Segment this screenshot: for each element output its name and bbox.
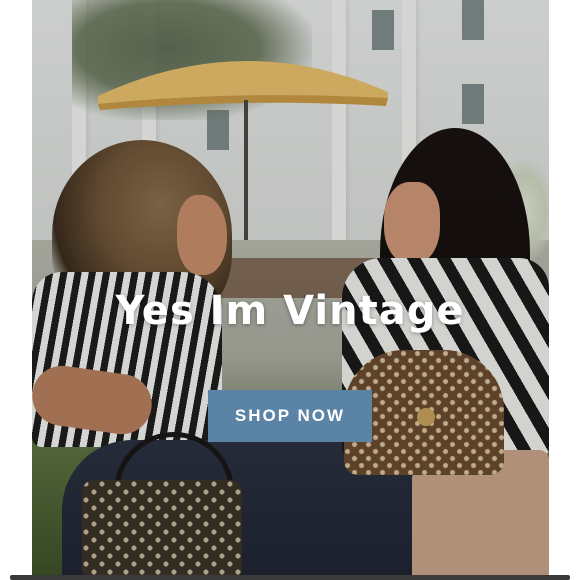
bottom-divider	[10, 575, 570, 580]
shop-now-button[interactable]: SHOP NOW	[208, 390, 372, 442]
hero-headline: Yes Im Vintage	[115, 288, 465, 334]
page-frame: Yes Im Vintage SHOP NOW	[0, 0, 580, 580]
